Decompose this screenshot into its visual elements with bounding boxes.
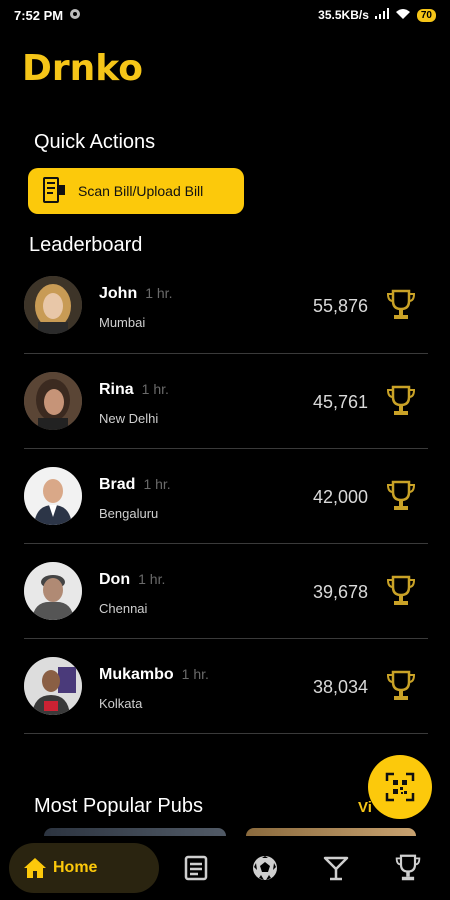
trophy-icon — [386, 670, 416, 700]
battery-indicator: 70 — [416, 8, 436, 22]
list-icon[interactable] — [182, 854, 210, 882]
player-city: Mumbai — [99, 315, 146, 330]
trophy-icon[interactable] — [394, 854, 422, 882]
soccer-ball-icon[interactable] — [251, 854, 279, 882]
player-score: 42,000 — [312, 487, 368, 507]
player-city: Chennai — [99, 601, 148, 616]
player-name-row: Mukambo 1 hr. — [99, 666, 209, 684]
activity-time: 1 hr. — [143, 476, 171, 492]
trophy-icon — [386, 480, 416, 510]
home-icon — [24, 858, 46, 878]
network-speed: 35.5KB/s — [318, 8, 369, 22]
activity-time: 1 hr. — [141, 381, 169, 397]
activity-time: 1 hr. — [145, 285, 173, 301]
player-name-row: Don 1 hr. — [99, 571, 165, 589]
trophy-icon — [386, 575, 416, 605]
leaderboard-row[interactable]: Brad 1 hr. Bengaluru 42,000 — [24, 449, 428, 544]
view-all-link[interactable]: Vi — [358, 799, 372, 816]
player-score: 55,876 — [312, 296, 368, 316]
activity-time: 1 hr. — [181, 666, 209, 682]
player-city: Bengaluru — [99, 506, 159, 521]
leaderboard-row[interactable]: Mukambo 1 hr. Kolkata 38,034 — [24, 639, 428, 734]
signal-icon — [374, 8, 389, 22]
avatar — [24, 467, 82, 525]
leaderboard-title: Leaderboard — [29, 234, 143, 256]
player-name: John — [99, 285, 138, 302]
receipt-scan-icon — [42, 176, 66, 206]
player-name-row: Brad 1 hr. — [99, 476, 171, 494]
leaderboard-row[interactable]: Don 1 hr. Chennai 39,678 — [24, 544, 428, 639]
status-bar: 7:52 PM 35.5KB/s 70 — [0, 0, 450, 30]
quick-actions-title: Quick Actions — [34, 131, 156, 153]
qr-code-icon — [385, 772, 415, 802]
leaderboard-list: John 1 hr. Mumbai 55,876 Rina 1 hr. New De… — [24, 258, 428, 734]
bottom-navigation: Home — [0, 836, 450, 900]
player-name: Mukambo — [99, 666, 174, 683]
avatar — [24, 562, 82, 620]
player-score: 39,678 — [312, 582, 368, 602]
nav-home-label: Home — [53, 859, 98, 876]
trophy-icon — [386, 289, 416, 319]
cocktail-icon[interactable] — [322, 854, 350, 882]
status-time: 7:52 PM — [14, 7, 64, 23]
leaderboard-row[interactable]: John 1 hr. Mumbai 55,876 — [24, 258, 428, 354]
avatar — [24, 657, 82, 715]
player-name: Rina — [99, 381, 134, 398]
nav-home[interactable]: Home — [9, 843, 159, 893]
scan-bill-button[interactable]: Scan Bill/Upload Bill — [28, 168, 244, 214]
logo-text: Drnko — [22, 47, 143, 89]
qr-scan-button[interactable] — [368, 755, 432, 819]
player-name: Brad — [99, 476, 136, 493]
trophy-icon — [386, 385, 416, 415]
player-name-row: John 1 hr. — [99, 285, 172, 303]
player-name-row: Rina 1 hr. — [99, 381, 169, 399]
activity-time: 1 hr. — [138, 571, 166, 587]
player-score: 38,034 — [312, 677, 368, 697]
leaderboard-row[interactable]: Rina 1 hr. New Delhi 45,761 — [24, 354, 428, 449]
scan-bill-label: Scan Bill/Upload Bill — [78, 183, 204, 199]
player-city: Kolkata — [99, 696, 143, 711]
avatar — [24, 276, 82, 334]
player-name: Don — [99, 571, 131, 588]
most-popular-pubs-title: Most Popular Pubs — [34, 795, 203, 817]
app-logo: Drnko — [22, 47, 143, 89]
avatar — [24, 372, 82, 430]
player-score: 45,761 — [312, 392, 368, 412]
player-city: New Delhi — [99, 411, 159, 426]
notification-icon — [69, 8, 81, 23]
wifi-icon — [395, 8, 411, 23]
